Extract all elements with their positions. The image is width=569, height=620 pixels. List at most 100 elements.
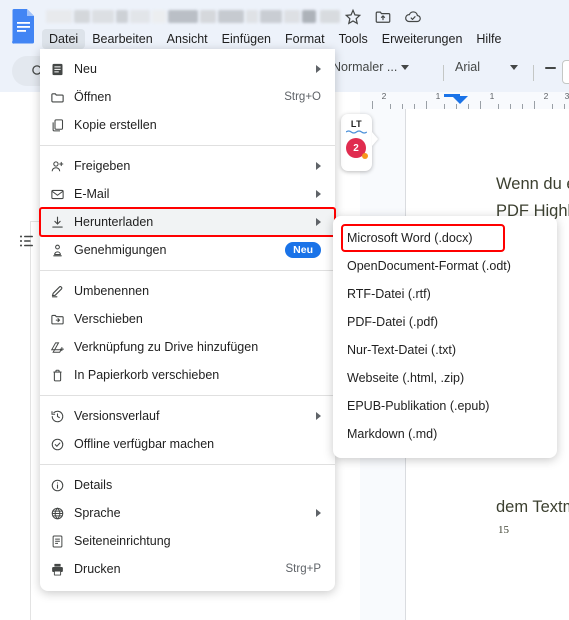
menu-item-herunterladen[interactable]: Herunterladen: [39, 207, 336, 237]
download-option-rtf[interactable]: RTF-Datei (.rtf): [333, 280, 557, 308]
submenu-arrow-icon: [316, 412, 321, 420]
submenu-arrow-icon: [316, 509, 321, 517]
email-icon: [40, 187, 74, 202]
menu-item-verschieben[interactable]: Verschieben: [40, 305, 335, 333]
menu-item-sprache[interactable]: Sprache: [40, 499, 335, 527]
decrease-font-size-button[interactable]: [545, 67, 556, 69]
menu-item-email[interactable]: E-Mail: [40, 180, 335, 208]
folder-open-icon: [40, 90, 74, 105]
menubar-item-einfuegen[interactable]: Einfügen: [215, 29, 278, 49]
menubar-item-hilfe[interactable]: Hilfe: [469, 29, 508, 49]
google-docs-window: Datei Bearbeiten Ansicht Einfügen Format…: [0, 0, 569, 620]
document-outline-icon[interactable]: [18, 232, 36, 250]
menu-item-oeffnen[interactable]: Öffnen Strg+O: [40, 83, 335, 111]
menu-item-label: Sprache: [74, 506, 121, 520]
chevron-down-icon: [510, 64, 519, 70]
menu-item-offline-verfuegbar-machen[interactable]: Offline verfügbar machen: [40, 430, 335, 458]
ruler-label: 2: [543, 92, 549, 101]
menu-item-details[interactable]: Details: [40, 471, 335, 499]
menu-item-label: Drucken: [74, 562, 121, 576]
new-document-icon: [40, 62, 74, 77]
font-size-input[interactable]: [562, 60, 569, 84]
menu-item-label: Herunterladen: [74, 215, 154, 229]
toolbar-divider: [533, 65, 534, 81]
ruler-label: 1: [489, 92, 495, 101]
submenu-arrow-icon: [316, 162, 321, 170]
download-option-md[interactable]: Markdown (.md): [333, 420, 557, 448]
download-option-txt[interactable]: Nur-Text-Datei (.txt): [333, 336, 557, 364]
menu-separator: [40, 270, 335, 271]
menu-item-freigeben[interactable]: Freigeben: [40, 152, 335, 180]
download-option-docx[interactable]: Microsoft Word (.docx): [341, 224, 505, 252]
submenu-arrow-icon: [316, 190, 321, 198]
menu-item-drucken[interactable]: Drucken Strg+P: [40, 555, 335, 583]
menu-item-verknuepfung-zu-drive-hinzufuegen[interactable]: Verknüpfung zu Drive hinzufügen: [40, 333, 335, 361]
document-title-redacted[interactable]: [46, 8, 340, 25]
menu-item-label: Offline verfügbar machen: [74, 437, 215, 451]
download-option-pdf[interactable]: PDF-Datei (.pdf): [333, 308, 557, 336]
drive-shortcut-icon: [40, 340, 74, 355]
ruler-label: 2: [381, 92, 387, 101]
approval-stamp-icon: [40, 243, 74, 258]
menu-item-in-papierkorb-verschieben[interactable]: In Papierkorb verschieben: [40, 361, 335, 389]
offline-check-icon: [40, 437, 74, 452]
menu-item-genehmigungen[interactable]: Genehmigungen Neu: [40, 236, 335, 264]
menubar-item-erweiterungen[interactable]: Erweiterungen: [375, 29, 470, 49]
menubar-item-format[interactable]: Format: [278, 29, 332, 49]
history-clock-icon: [40, 409, 74, 424]
cloud-check-icon[interactable]: [404, 8, 422, 26]
left-indent-triangle[interactable]: [452, 96, 468, 104]
chevron-down-icon: [401, 64, 410, 70]
new-badge: Neu: [285, 242, 321, 258]
google-docs-logo[interactable]: [10, 8, 38, 44]
download-option-epub[interactable]: EPUB-Publikation (.epub): [333, 392, 557, 420]
menu-item-neu[interactable]: Neu: [40, 55, 335, 83]
ruler-label: 1: [435, 92, 441, 101]
menu-bar: Datei Bearbeiten Ansicht Einfügen Format…: [42, 29, 508, 49]
document-line-3: dem Textmark: [496, 498, 569, 516]
download-option-html-zip[interactable]: Webseite (.html, .zip): [333, 364, 557, 392]
page-setup-icon: [40, 534, 74, 549]
download-submenu: Microsoft Word (.docx) OpenDocument-Form…: [333, 216, 557, 458]
download-option-odt[interactable]: OpenDocument-Format (.odt): [333, 252, 557, 280]
font-family-value: Arial: [455, 60, 481, 74]
rename-pencil-icon: [40, 284, 74, 299]
languagetool-logo-text: LT: [350, 119, 363, 129]
document-line-1: Wenn du et: [496, 175, 569, 193]
person-add-icon: [40, 159, 74, 174]
languagetool-widget[interactable]: LT 2: [341, 114, 378, 171]
menubar-item-bearbeiten[interactable]: Bearbeiten: [85, 29, 159, 49]
menu-item-shortcut: Strg+P: [285, 563, 321, 575]
globe-icon: [40, 506, 74, 521]
squiggle-underline-icon: [346, 130, 367, 134]
menu-item-label: Kopie erstellen: [74, 118, 157, 132]
document-paragraph-2: dem Textmark: [496, 494, 569, 521]
printer-icon: [40, 562, 74, 577]
menu-item-umbenennen[interactable]: Umbenennen: [40, 277, 335, 305]
menu-item-kopie-erstellen[interactable]: Kopie erstellen: [40, 111, 335, 139]
move-to-folder-icon[interactable]: [374, 8, 392, 26]
paragraph-style-value: Normaler ...: [332, 60, 398, 74]
menu-item-label: Versionsverlauf: [74, 409, 160, 423]
menubar-item-datei[interactable]: Datei: [42, 29, 86, 49]
menubar-item-tools[interactable]: Tools: [332, 29, 375, 49]
languagetool-handle[interactable]: [372, 132, 378, 146]
title-action-icons: [344, 8, 422, 26]
menu-item-versionsverlauf[interactable]: Versionsverlauf: [40, 402, 335, 430]
font-family-select[interactable]: Arial: [455, 60, 519, 74]
menu-item-label: Verschieben: [74, 312, 143, 326]
paragraph-style-select[interactable]: Normaler ...: [332, 60, 410, 74]
panel-left-border: [30, 221, 31, 620]
menu-item-label: Umbenennen: [74, 284, 150, 298]
document-footnote-number: 15: [498, 524, 509, 536]
menu-separator: [40, 464, 335, 465]
copy-icon: [40, 118, 74, 133]
menu-item-label: Details: [74, 478, 113, 492]
menu-item-label: Seiteneinrichtung: [74, 534, 171, 548]
horizontal-ruler[interactable]: 2 1 1 2 3: [360, 92, 569, 109]
menu-item-seiteneinrichtung[interactable]: Seiteneinrichtung: [40, 527, 335, 555]
menubar-item-ansicht[interactable]: Ansicht: [160, 29, 215, 49]
file-menu-dropdown: Neu Öffnen Strg+O Kopie erstellen Freige…: [39, 49, 336, 591]
menu-item-label: Freigeben: [74, 159, 131, 173]
star-icon[interactable]: [344, 8, 362, 26]
